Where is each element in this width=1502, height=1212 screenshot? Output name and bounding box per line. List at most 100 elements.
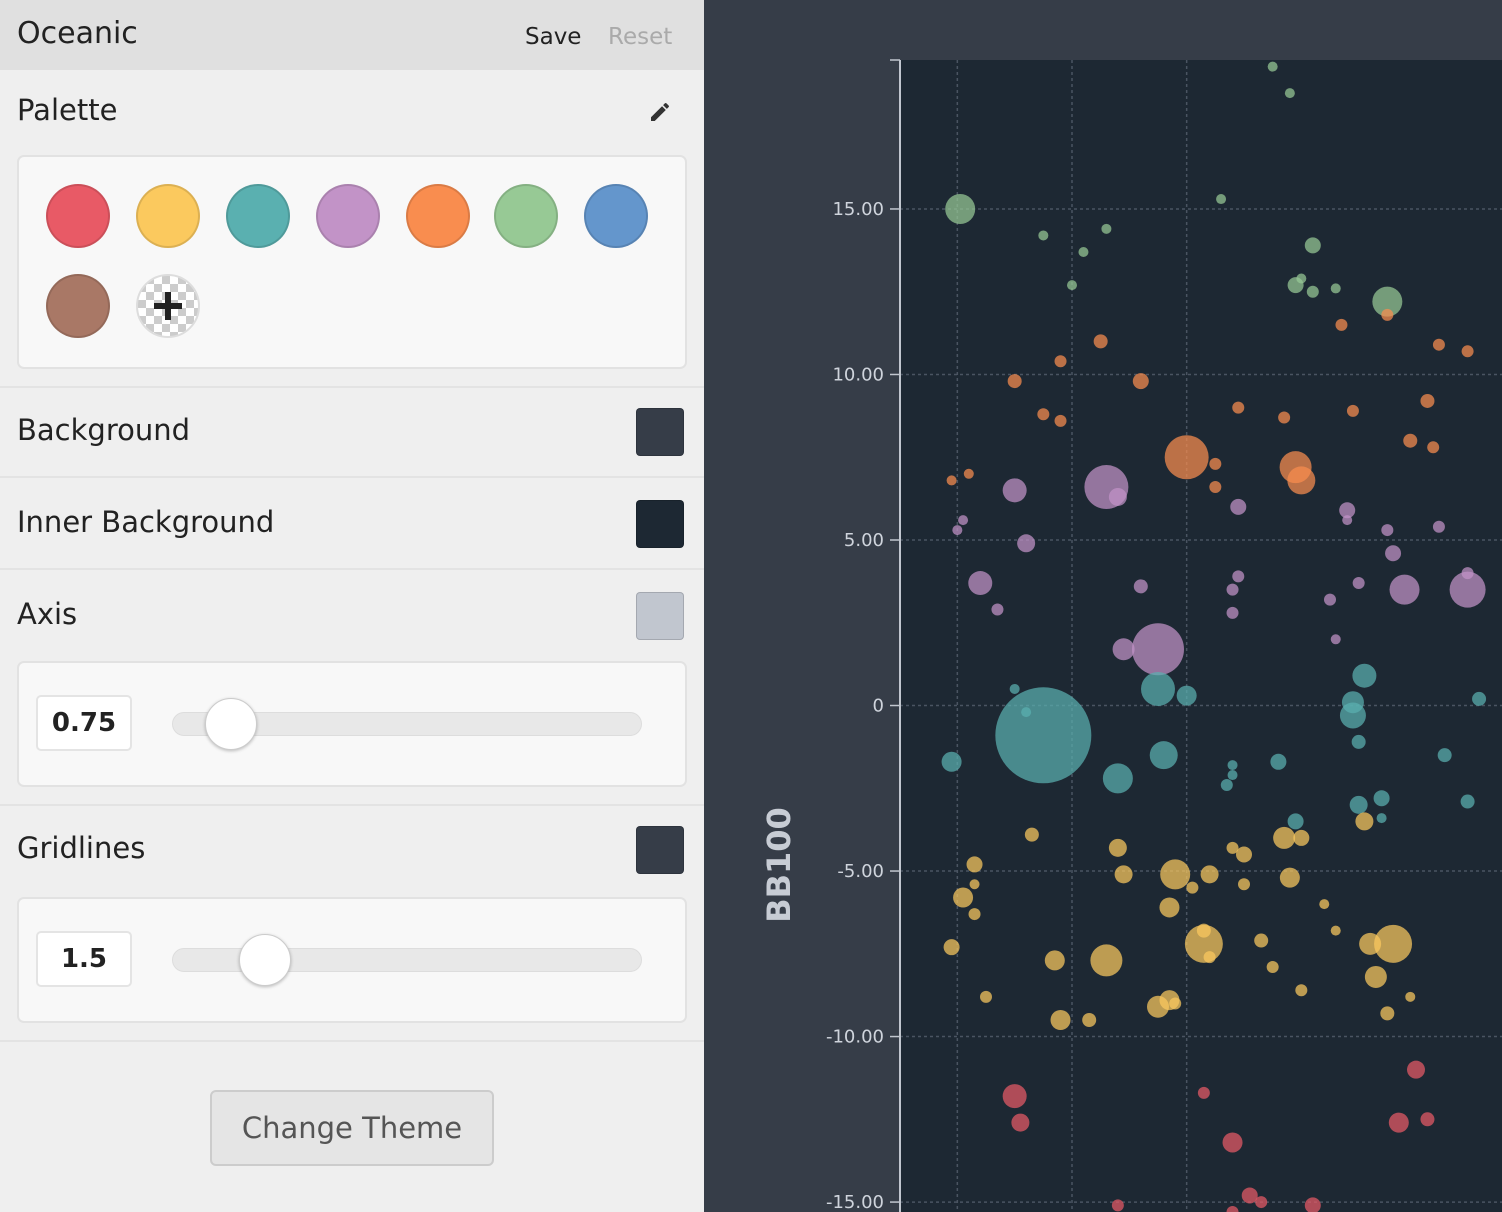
scatter-point xyxy=(1054,355,1067,368)
scatter-point xyxy=(1230,498,1247,515)
background-color-swatch[interactable] xyxy=(636,408,684,456)
gridlines-width-input[interactable] xyxy=(36,931,132,987)
palette-swatch-1[interactable] xyxy=(46,184,110,248)
divider xyxy=(0,476,704,478)
scatter-point xyxy=(1346,404,1359,417)
divider xyxy=(0,1040,704,1042)
scatter-point xyxy=(1351,734,1366,749)
scatter-point xyxy=(1196,923,1211,938)
inner-background-label: Inner Background xyxy=(17,505,275,539)
scatter-point xyxy=(1093,334,1108,349)
background-label: Background xyxy=(17,413,191,447)
palette-swatch-4[interactable] xyxy=(316,184,380,248)
scatter-point xyxy=(1330,283,1341,294)
change-theme-button[interactable]: Change Theme xyxy=(210,1090,494,1166)
chart-area: 15.00 10.00 5.00 0 -5.00 -10.00 -15.00 BB100 xyxy=(704,0,1502,1212)
scatter-point xyxy=(1232,570,1245,583)
scatter-point xyxy=(1427,441,1440,454)
scatter-point xyxy=(1403,433,1418,448)
scatter-point xyxy=(1295,984,1308,997)
scatter-point xyxy=(1254,933,1269,948)
scatter-point xyxy=(1273,826,1296,849)
scatter-point xyxy=(1349,795,1368,814)
palette-swatch-7[interactable] xyxy=(584,184,648,248)
gridlines-color-swatch[interactable] xyxy=(636,826,684,874)
y-tick-label: -15.00 xyxy=(826,1192,884,1212)
scatter-point xyxy=(1330,634,1341,645)
scatter-point xyxy=(1226,583,1239,596)
scatter-point xyxy=(1287,277,1304,294)
scatter-point xyxy=(1267,61,1278,72)
divider xyxy=(0,804,704,806)
scatter-point xyxy=(1420,1112,1435,1127)
axis-color-swatch[interactable] xyxy=(636,592,684,640)
scatter-point xyxy=(1101,223,1112,234)
scatter-point xyxy=(1381,308,1394,321)
divider xyxy=(0,568,704,570)
gridlines-width-slider-handle[interactable] xyxy=(238,934,291,986)
scatter-point xyxy=(1279,867,1300,888)
palette-swatch-5[interactable] xyxy=(406,184,470,248)
axis-width-slider-handle[interactable] xyxy=(205,698,258,750)
scatter-point xyxy=(1169,997,1182,1010)
add-color-button[interactable] xyxy=(136,274,200,338)
scatter-point xyxy=(1405,991,1416,1002)
scatter-point xyxy=(1335,318,1348,331)
scatter-point xyxy=(1037,408,1050,421)
scatter-point xyxy=(1304,237,1321,254)
scatter-point xyxy=(1432,520,1445,533)
y-tick-label: -5.00 xyxy=(837,861,884,882)
scatter-point xyxy=(991,603,1004,616)
scatter-point xyxy=(1461,345,1474,358)
y-tick-label: 15.00 xyxy=(832,199,884,220)
scatter-point xyxy=(1355,812,1374,831)
scatter-point xyxy=(969,879,980,890)
axis-width-input[interactable] xyxy=(36,695,132,751)
scatter-point xyxy=(1176,685,1197,706)
palette-swatch-3[interactable] xyxy=(226,184,290,248)
scatter-point xyxy=(1222,1132,1243,1153)
scatter-point xyxy=(1108,487,1127,506)
scatter-point xyxy=(1216,194,1227,205)
scatter-point xyxy=(1200,865,1219,884)
scatter-point xyxy=(1341,691,1364,714)
scatter-point xyxy=(1082,1013,1097,1027)
scatter-point xyxy=(1376,813,1387,824)
scatter-point xyxy=(1238,878,1250,891)
scatter-point xyxy=(1164,435,1209,480)
scatter-point xyxy=(1197,1086,1210,1099)
scatter-point xyxy=(953,887,974,908)
pencil-icon[interactable] xyxy=(648,100,672,124)
scatter-point xyxy=(1461,567,1474,580)
scatter-point xyxy=(945,193,976,224)
scatter-point xyxy=(1220,778,1233,791)
scatter-point xyxy=(1374,924,1413,963)
save-button[interactable]: Save xyxy=(525,24,581,50)
axis-label: Axis xyxy=(17,597,78,631)
scatter-point xyxy=(958,515,969,526)
scatter-point xyxy=(1226,606,1239,619)
scatter-point xyxy=(1054,414,1067,427)
theme-name: Oceanic xyxy=(17,16,138,51)
scatter-point xyxy=(1381,524,1394,537)
scatter-point xyxy=(1437,748,1452,763)
scatter-point xyxy=(1024,827,1039,842)
palette-swatch-2[interactable] xyxy=(136,184,200,248)
scatter-point xyxy=(963,468,974,479)
scatter-point xyxy=(1364,965,1387,988)
scatter-point xyxy=(1266,961,1279,974)
palette-swatch-6[interactable] xyxy=(494,184,558,248)
scatter-point xyxy=(1141,671,1175,706)
scatter-point xyxy=(1287,813,1304,830)
reset-button[interactable]: Reset xyxy=(608,24,672,50)
scatter-chart: 15.00 10.00 5.00 0 -5.00 -10.00 -15.00 BB100 xyxy=(760,59,1502,1212)
title-bar: Oceanic Save Reset xyxy=(0,0,704,70)
palette-swatch-8[interactable] xyxy=(46,274,110,338)
scatter-point xyxy=(1050,1010,1071,1030)
scatter-point xyxy=(1102,763,1133,794)
axis-width-card xyxy=(17,661,687,787)
palette-label: Palette xyxy=(17,93,118,127)
scatter-point xyxy=(1306,285,1319,298)
inner-background-color-swatch[interactable] xyxy=(636,500,684,548)
scatter-point xyxy=(1330,925,1341,936)
